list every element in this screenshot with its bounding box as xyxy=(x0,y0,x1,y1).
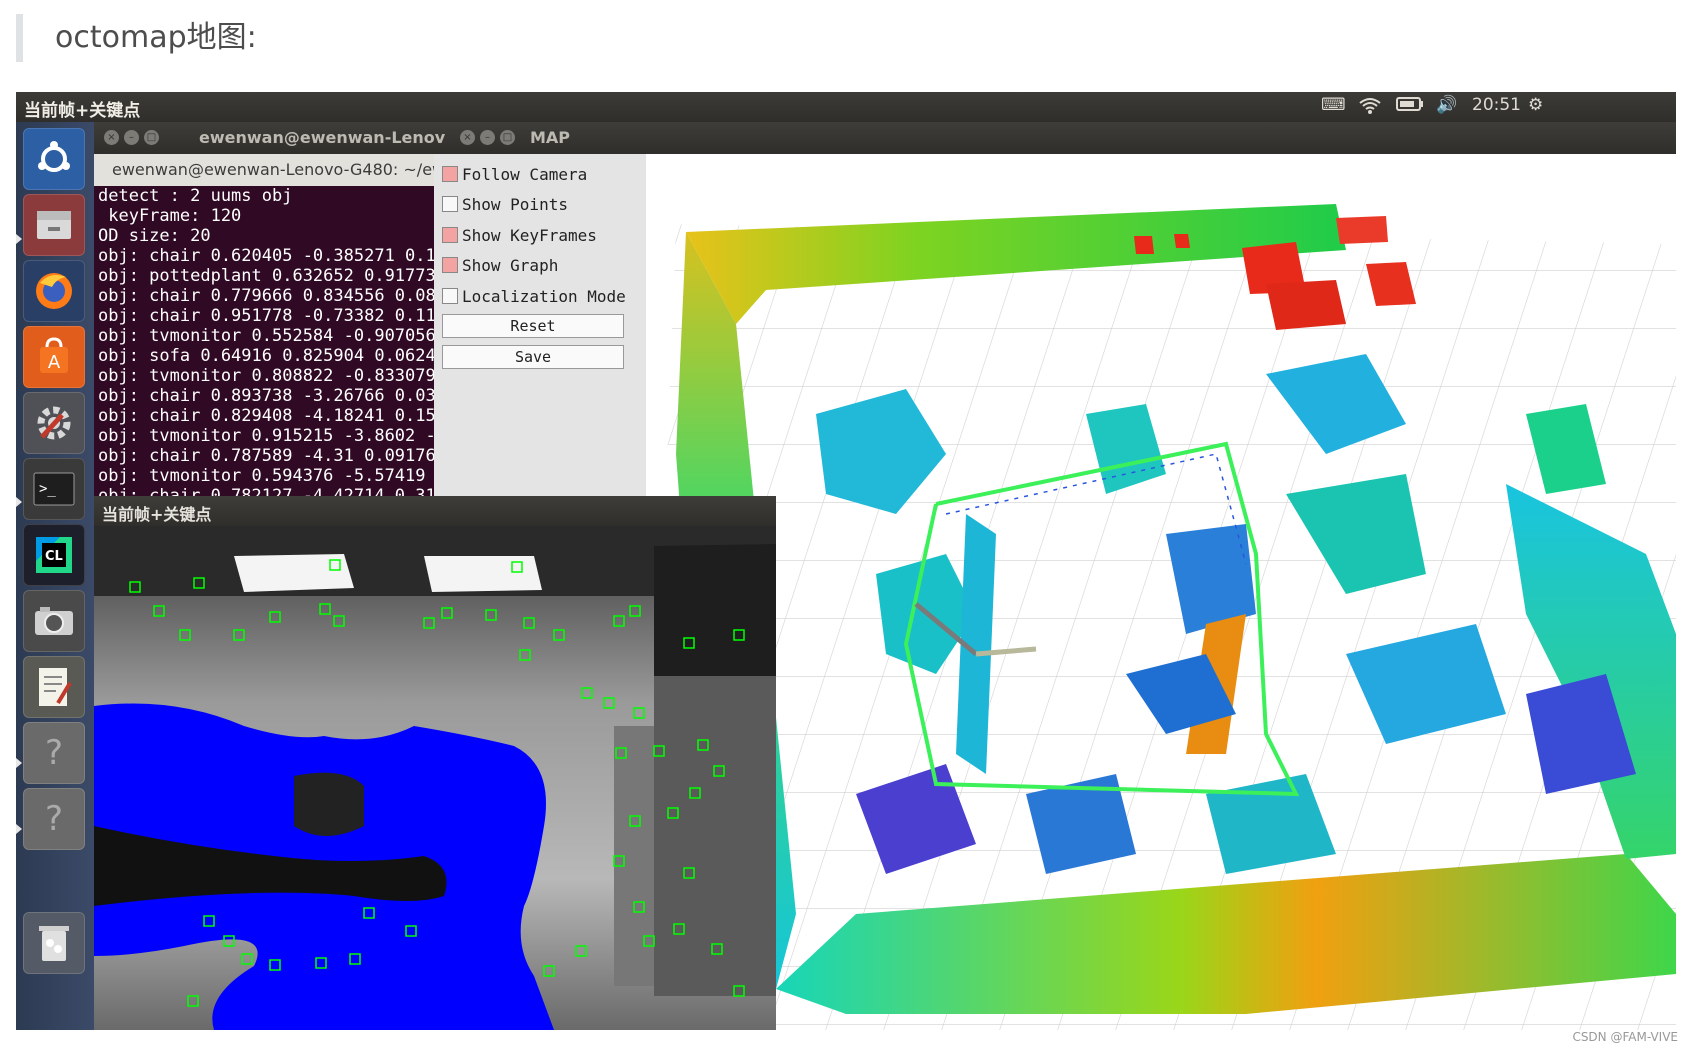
octomap-3d-viewport[interactable] xyxy=(646,154,1676,1030)
settings-gear-icon[interactable]: ⚙ xyxy=(1528,95,1543,115)
camera-frame-view[interactable] xyxy=(94,526,776,1030)
software-center-icon[interactable]: A xyxy=(23,326,85,388)
terminal-line: detect : 2 uums obj xyxy=(98,186,293,206)
checkbox-box[interactable] xyxy=(442,288,458,304)
map-control-panel: Follow Camera Show Points Show KeyFrames… xyxy=(434,154,647,554)
keyboard-icon[interactable]: ⌨ xyxy=(1321,95,1346,115)
show-graph-checkbox[interactable]: Show Graph xyxy=(442,253,558,277)
trash-icon[interactable] xyxy=(23,912,85,974)
checkbox-label: Show Graph xyxy=(462,255,559,275)
checkbox-label: Show KeyFrames xyxy=(462,225,597,245)
map-titlebar[interactable]: × – □ MAP xyxy=(446,122,1676,154)
terminal-titlebar[interactable]: × – □ ewenwan@ewenwan-Lenovo-G480 xyxy=(94,122,484,154)
system-settings-icon[interactable] xyxy=(23,392,85,454)
files-icon[interactable] xyxy=(23,194,85,256)
checkbox-label: Follow Camera xyxy=(462,164,588,184)
clock[interactable]: 20:51 xyxy=(1472,95,1521,115)
volume-icon[interactable]: 🔊 xyxy=(1436,95,1457,115)
terminal-line: OD size: 20 xyxy=(98,226,211,246)
localization-mode-checkbox[interactable]: Localization Mode xyxy=(442,284,626,308)
save-button[interactable]: Save xyxy=(442,345,624,369)
desktop-screenshot: 当前帧+关键点 ⌨ 🔊 20:51 ⚙ A >_ CL ? ? × – □ ew… xyxy=(16,92,1676,1030)
terminal-icon[interactable]: >_ xyxy=(23,458,85,520)
top-panel: 当前帧+关键点 ⌨ 🔊 20:51 ⚙ xyxy=(16,92,1676,122)
unknown-app-icon[interactable]: ? xyxy=(23,722,85,784)
terminal-line: obj: pottedplant 0.632652 0.917739 xyxy=(98,266,446,286)
terminal-title: ewenwan@ewenwan-Lenovo-G480 xyxy=(199,128,484,147)
terminal-line: obj: sofa 0.64916 0.825904 0.06246 xyxy=(98,346,446,366)
show-points-checkbox[interactable]: Show Points xyxy=(442,192,568,216)
page-heading: octomap地图: xyxy=(16,14,257,62)
maximize-icon[interactable]: □ xyxy=(500,130,515,145)
show-keyframes-checkbox[interactable]: Show KeyFrames xyxy=(442,223,597,247)
checkbox-label: Show Points xyxy=(462,194,568,214)
terminal-output[interactable]: detect : 2 uums obj keyFrame: 120 OD siz… xyxy=(94,186,484,506)
running-indicator xyxy=(16,234,22,244)
terminal-line: obj: chair 0.893738 -3.26766 0.035 xyxy=(98,386,446,406)
terminal-line: obj: chair 0.951778 -0.73382 0.114 xyxy=(98,306,446,326)
camera-icon[interactable] xyxy=(23,590,85,652)
clion-icon[interactable]: CL xyxy=(23,524,85,586)
running-indicator xyxy=(16,497,22,507)
terminal-tab-label: ewenwan@ewenwan-Lenovo-G480: ~/ewenw xyxy=(112,160,479,179)
unknown-app-icon[interactable]: ? xyxy=(23,788,85,850)
close-icon[interactable]: × xyxy=(104,130,119,145)
map-title: MAP xyxy=(530,128,571,147)
reset-button[interactable]: Reset xyxy=(442,314,624,338)
svg-text:CL: CL xyxy=(45,549,63,564)
active-window-title: 当前帧+关键点 xyxy=(24,101,141,121)
launcher: A >_ CL ? ? xyxy=(16,122,94,1030)
battery-icon[interactable] xyxy=(1396,95,1424,118)
checkbox-box[interactable] xyxy=(442,166,458,182)
terminal-line: obj: tvmonitor 0.552584 -0.907056 xyxy=(98,326,436,346)
terminal-line: obj: chair 0.829408 -4.18241 0.152 xyxy=(98,406,446,426)
svg-text:A: A xyxy=(48,352,61,373)
maximize-icon[interactable]: □ xyxy=(144,130,159,145)
wifi-icon[interactable] xyxy=(1358,95,1382,120)
firefox-icon[interactable] xyxy=(23,260,85,322)
svg-text:>_: >_ xyxy=(39,481,56,497)
follow-camera-checkbox[interactable]: Follow Camera xyxy=(442,162,587,186)
minimize-icon[interactable]: – xyxy=(124,130,139,145)
camera-window-title: 当前帧+关键点 xyxy=(102,505,212,524)
camera-window-titlebar[interactable]: 当前帧+关键点 xyxy=(94,496,776,526)
running-indicator xyxy=(16,824,22,834)
checkbox-label: Localization Mode xyxy=(462,286,626,306)
checkbox-box[interactable] xyxy=(442,227,458,243)
camera-frame-render xyxy=(94,526,776,1030)
terminal-line: obj: tvmonitor 0.808822 -0.833079 xyxy=(98,366,436,386)
terminal-tab[interactable]: ewenwan@ewenwan-Lenovo-G480: ~/ewenw xyxy=(94,154,484,186)
close-icon[interactable]: × xyxy=(460,130,475,145)
running-indicator xyxy=(16,758,22,768)
terminal-line: keyFrame: 120 xyxy=(98,206,242,226)
terminal-line: obj: tvmonitor 0.915215 -3.8602 -0 xyxy=(98,426,446,446)
checkbox-box[interactable] xyxy=(442,257,458,273)
text-editor-icon[interactable] xyxy=(23,656,85,718)
terminal-line: obj: chair 0.779666 0.834556 0.081 xyxy=(98,286,446,306)
octomap-render xyxy=(646,154,1676,1030)
checkbox-box[interactable] xyxy=(442,196,458,212)
ubuntu-dash-icon[interactable] xyxy=(23,128,85,190)
watermark: CSDN @FAM-VIVE xyxy=(1572,1030,1678,1044)
terminal-line: obj: chair 0.787589 -4.31 0.091762 xyxy=(98,446,446,466)
minimize-icon[interactable]: – xyxy=(480,130,495,145)
terminal-line: obj: chair 0.620405 -0.385271 0.13 xyxy=(98,246,446,266)
terminal-line: obj: tvmonitor 0.594376 -5.57419 - xyxy=(98,466,446,486)
